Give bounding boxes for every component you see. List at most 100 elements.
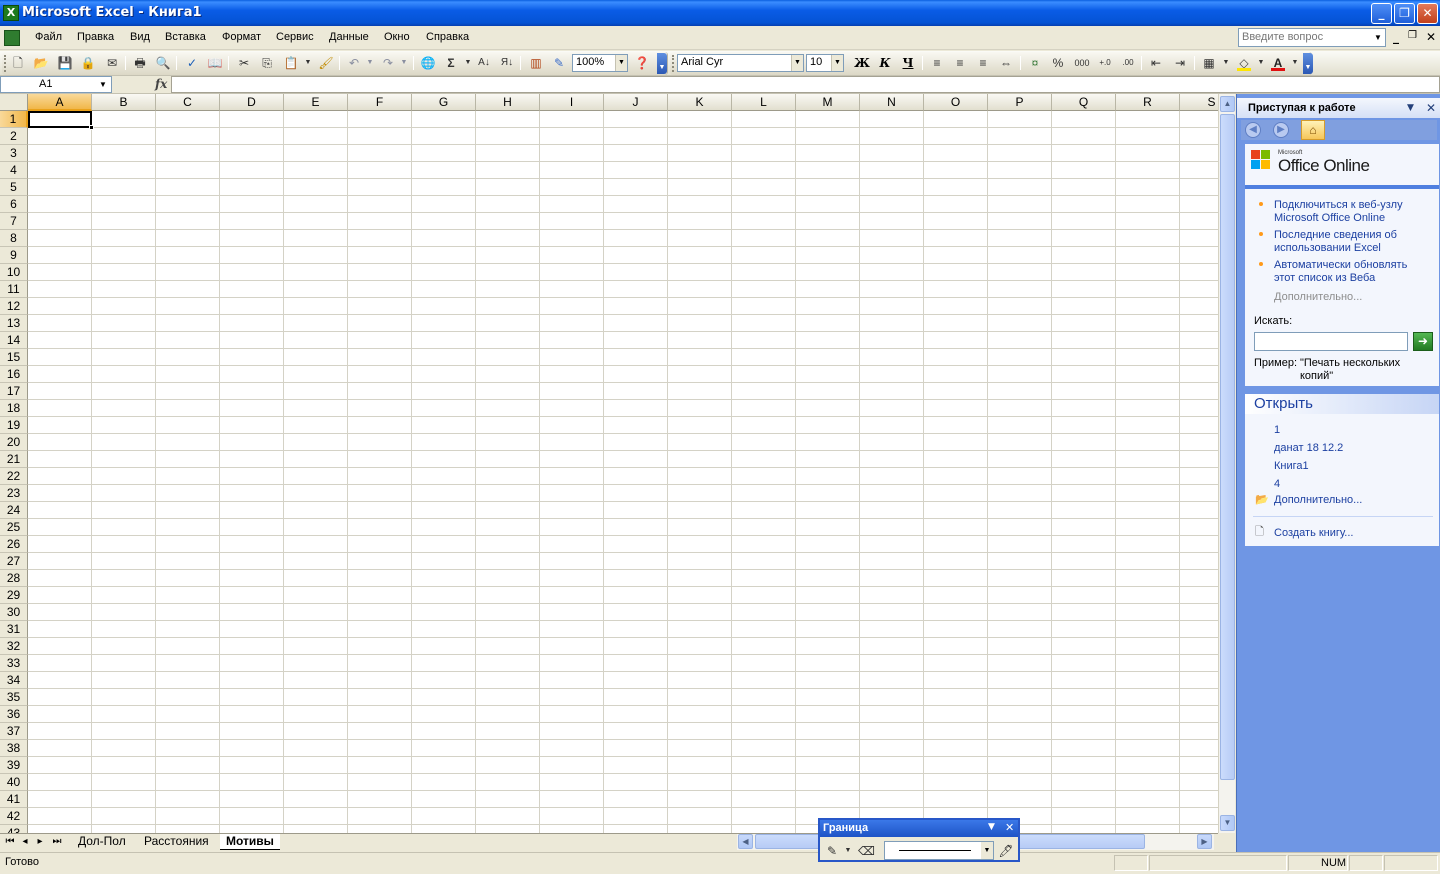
- close-button[interactable]: ✕: [1417, 3, 1438, 24]
- row-header[interactable]: 16: [0, 366, 28, 383]
- row-header[interactable]: 4: [0, 162, 28, 179]
- select-all-button[interactable]: [0, 94, 28, 111]
- row-header[interactable]: 31: [0, 621, 28, 638]
- row-header[interactable]: 10: [0, 264, 28, 281]
- column-header[interactable]: H: [476, 94, 540, 111]
- back-icon[interactable]: ◀: [1245, 122, 1261, 138]
- zoom-select[interactable]: 100% ▼: [572, 54, 628, 72]
- menu-data[interactable]: Данные: [329, 31, 369, 43]
- permission-icon[interactable]: 🔒: [80, 55, 96, 71]
- home-icon[interactable]: ⌂: [1301, 120, 1325, 140]
- sheet-tab[interactable]: Расстояния: [138, 834, 215, 850]
- row-header[interactable]: 35: [0, 689, 28, 706]
- row-header[interactable]: 37: [0, 723, 28, 740]
- redo-icon[interactable]: ↷: [380, 55, 396, 71]
- row-header[interactable]: 40: [0, 774, 28, 791]
- chevron-down-icon[interactable]: ▼: [300, 55, 316, 71]
- row-header[interactable]: 8: [0, 230, 28, 247]
- menu-insert[interactable]: Вставка: [165, 31, 206, 43]
- insert-function-icon[interactable]: fx: [155, 77, 167, 91]
- row-header[interactable]: 23: [0, 485, 28, 502]
- row-header[interactable]: 15: [0, 349, 28, 366]
- menu-view[interactable]: Вид: [130, 31, 150, 43]
- chevron-down-icon[interactable]: ▼: [1372, 30, 1384, 45]
- column-header[interactable]: L: [732, 94, 796, 111]
- undo-icon[interactable]: ↶: [346, 55, 362, 71]
- new-file-icon[interactable]: 🗋: [10, 55, 26, 71]
- chevron-down-icon[interactable]: ▼: [1253, 55, 1269, 71]
- row-header[interactable]: 25: [0, 519, 28, 536]
- column-header[interactable]: K: [668, 94, 732, 111]
- row-header[interactable]: 2: [0, 128, 28, 145]
- column-header[interactable]: D: [220, 94, 284, 111]
- row-header[interactable]: 17: [0, 383, 28, 400]
- comma-style-button[interactable]: 000: [1073, 55, 1091, 71]
- paste-icon[interactable]: 📋: [283, 55, 299, 71]
- chevron-down-icon[interactable]: ▼: [615, 55, 627, 71]
- increase-decimal-icon[interactable]: +.0: [1097, 55, 1113, 71]
- row-header[interactable]: 1: [0, 111, 28, 128]
- line-color-icon[interactable]: 🖊: [998, 843, 1014, 859]
- active-cell[interactable]: [28, 111, 92, 128]
- row-header[interactable]: 39: [0, 757, 28, 774]
- column-header[interactable]: P: [988, 94, 1052, 111]
- chevron-down-icon[interactable]: ▼: [988, 822, 995, 832]
- row-header[interactable]: 42: [0, 808, 28, 825]
- recent-file-link[interactable]: Книга1: [1274, 460, 1309, 473]
- bold-button[interactable]: Ж: [853, 55, 871, 71]
- first-sheet-icon[interactable]: ⏮: [3, 835, 17, 849]
- column-header[interactable]: J: [604, 94, 668, 111]
- drawing-icon[interactable]: ✎: [551, 55, 567, 71]
- copy-icon[interactable]: ⎘: [259, 55, 275, 71]
- workbook-icon[interactable]: [4, 30, 20, 46]
- latest-news-link[interactable]: Последние сведения об использовании Exce…: [1274, 229, 1424, 255]
- close-icon[interactable]: ✕: [1005, 821, 1014, 834]
- row-header[interactable]: 3: [0, 145, 28, 162]
- column-header[interactable]: C: [156, 94, 220, 111]
- chevron-down-icon[interactable]: ▼: [460, 55, 476, 71]
- row-header[interactable]: 34: [0, 672, 28, 689]
- column-header[interactable]: A: [28, 94, 92, 111]
- search-go-button[interactable]: ➜: [1413, 332, 1433, 351]
- scroll-up-icon[interactable]: ▲: [1220, 96, 1235, 112]
- last-sheet-icon[interactable]: ⏭: [50, 835, 64, 849]
- chevron-down-icon[interactable]: ▼: [97, 77, 109, 92]
- cell-area[interactable]: [28, 111, 1218, 833]
- print-icon[interactable]: 🖶: [132, 55, 148, 71]
- email-icon[interactable]: ✉: [104, 55, 120, 71]
- column-header[interactable]: S: [1180, 94, 1218, 111]
- row-header[interactable]: 18: [0, 400, 28, 417]
- italic-button[interactable]: К: [876, 55, 894, 71]
- menu-window[interactable]: Окно: [384, 31, 410, 43]
- vertical-scrollbar[interactable]: ▲ ▼: [1218, 94, 1235, 833]
- save-icon[interactable]: 💾: [57, 55, 73, 71]
- sort-descending-icon[interactable]: Я↓: [499, 55, 515, 71]
- name-box[interactable]: A1 ▼: [0, 76, 112, 93]
- align-right-icon[interactable]: ≡: [975, 55, 991, 71]
- doc-close-button[interactable]: ✕: [1426, 30, 1436, 44]
- row-header[interactable]: 19: [0, 417, 28, 434]
- row-header[interactable]: 12: [0, 298, 28, 315]
- merge-center-icon[interactable]: ⇔: [998, 55, 1014, 71]
- row-header[interactable]: 21: [0, 451, 28, 468]
- create-workbook-link[interactable]: Создать книгу...: [1274, 527, 1353, 540]
- chevron-down-icon[interactable]: ▼: [791, 55, 803, 71]
- toolbar-options-button[interactable]: ▼: [1303, 53, 1313, 74]
- menu-tools[interactable]: Сервис: [276, 31, 314, 43]
- underline-button[interactable]: Ч: [899, 55, 917, 71]
- open-more-link[interactable]: Дополнительно...: [1274, 494, 1362, 507]
- row-header[interactable]: 14: [0, 332, 28, 349]
- currency-icon[interactable]: ¤: [1027, 55, 1043, 71]
- recent-file-link[interactable]: данат 18 12.2: [1274, 442, 1343, 455]
- erase-border-icon[interactable]: ⌫: [858, 843, 875, 859]
- doc-restore-button[interactable]: ❐: [1408, 30, 1417, 41]
- row-header[interactable]: 6: [0, 196, 28, 213]
- recent-file-link[interactable]: 4: [1274, 478, 1280, 491]
- row-header[interactable]: 26: [0, 536, 28, 553]
- toolbar-options-button[interactable]: ▼: [657, 53, 667, 74]
- chevron-down-icon[interactable]: ▼: [1407, 103, 1414, 113]
- chevron-down-icon[interactable]: ▼: [981, 842, 993, 859]
- row-header[interactable]: 7: [0, 213, 28, 230]
- doc-minimize-button[interactable]: _: [1393, 30, 1399, 44]
- border-floating-toolbar[interactable]: Граница ▼ ✕ ✎ ▼ ⌫ ▼ 🖊: [818, 818, 1020, 862]
